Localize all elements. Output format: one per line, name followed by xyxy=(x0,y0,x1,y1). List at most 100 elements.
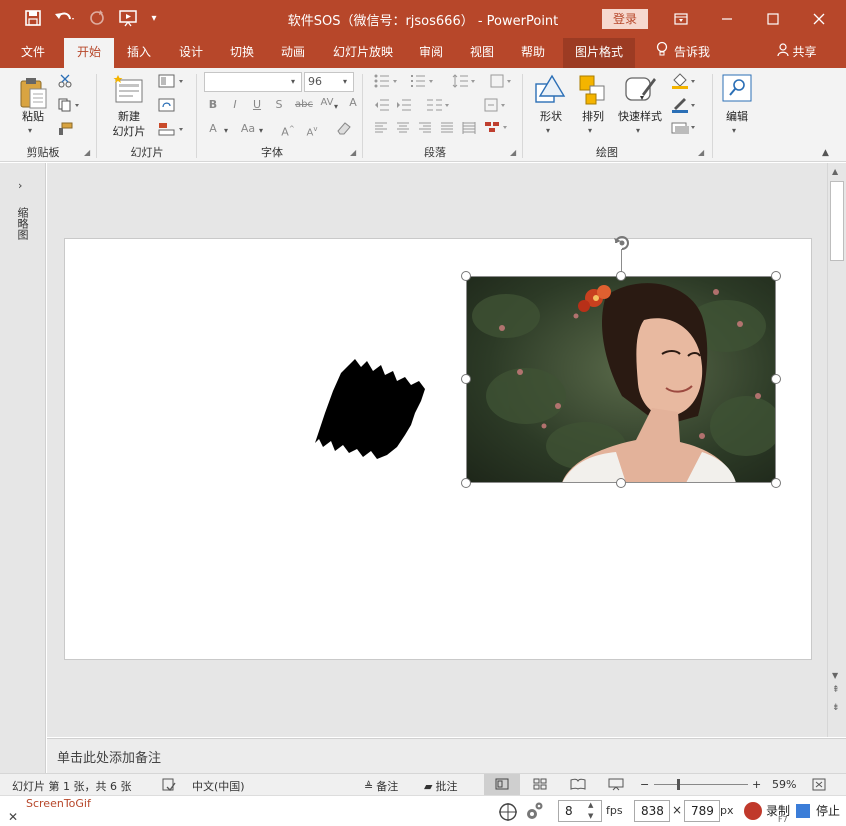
tab-picture-format[interactable]: 图片格式 xyxy=(563,38,635,68)
zoom-out-icon[interactable]: − xyxy=(640,778,649,791)
scribble-shape[interactable] xyxy=(311,355,427,463)
cut-icon[interactable] xyxy=(58,74,72,91)
align-center-icon[interactable] xyxy=(396,122,410,137)
clear-format-icon[interactable]: A xyxy=(344,96,362,110)
previous-slide-icon[interactable]: ⇞ xyxy=(832,685,840,695)
notes-toggle[interactable]: ≜ 备注 xyxy=(364,778,398,794)
tab-slideshow[interactable]: 幻灯片放映 xyxy=(324,38,402,68)
new-slide-label-2[interactable]: 幻灯片 xyxy=(106,123,152,139)
paste-button[interactable]: 粘贴 xyxy=(16,108,50,124)
bullets-icon[interactable] xyxy=(374,74,400,91)
vertical-scrollbar[interactable]: ▲ ▼ ⇞ ⇟ xyxy=(827,163,846,737)
resize-handle-top[interactable] xyxy=(616,271,626,281)
drawing-launcher-icon[interactable]: ◢ xyxy=(698,148,704,157)
tab-review[interactable]: 审阅 xyxy=(408,38,454,68)
crosshair-icon[interactable] xyxy=(498,802,518,825)
align-left-icon[interactable] xyxy=(374,122,388,137)
eraser-icon[interactable] xyxy=(336,121,352,138)
resize-handle-bottom-left[interactable] xyxy=(461,478,471,488)
scroll-down-icon[interactable]: ▼ xyxy=(832,671,838,680)
maximize-icon[interactable] xyxy=(750,0,796,38)
resize-handle-bottom-right[interactable] xyxy=(771,478,781,488)
settings-gear-icon[interactable] xyxy=(524,801,544,826)
screentogif-close-icon[interactable]: ✕ xyxy=(8,810,18,824)
redo-icon[interactable] xyxy=(86,9,108,29)
shape-effects-icon[interactable] xyxy=(670,120,698,139)
editing-dropdown-icon[interactable]: ▾ xyxy=(732,124,736,138)
fps-input[interactable]: 8 xyxy=(558,800,602,822)
ribbon-display-icon[interactable] xyxy=(658,0,704,38)
format-painter-icon[interactable] xyxy=(58,122,74,139)
arrange-button[interactable]: 排列 xyxy=(576,108,610,124)
section-icon[interactable] xyxy=(158,122,186,139)
tab-transitions[interactable]: 切换 xyxy=(219,38,265,68)
paste-dropdown-icon[interactable]: ▾ xyxy=(28,124,32,138)
change-case-dropdown-icon[interactable]: ▾ xyxy=(259,124,263,138)
bold-icon[interactable]: B xyxy=(206,98,220,112)
tell-me-box[interactable]: 告诉我 xyxy=(646,38,720,68)
underline-icon[interactable]: U xyxy=(250,98,264,112)
columns-icon[interactable] xyxy=(426,98,452,115)
line-spacing-icon[interactable] xyxy=(452,74,478,91)
decrease-indent-icon[interactable] xyxy=(374,98,390,115)
language-indicator[interactable]: 中文(中国) xyxy=(192,778,245,794)
italic-icon[interactable]: I xyxy=(228,98,242,112)
font-name-dropdown-icon[interactable]: ▾ xyxy=(291,75,295,89)
resize-handle-top-right[interactable] xyxy=(771,271,781,281)
resize-handle-top-left[interactable] xyxy=(461,271,471,281)
shape-outline-icon[interactable] xyxy=(670,96,698,117)
zoom-in-icon[interactable]: + xyxy=(752,778,761,791)
presentation-view-icon[interactable] xyxy=(608,778,624,794)
quick-styles-icon[interactable] xyxy=(622,72,658,109)
new-slide-label-1[interactable]: 新建 xyxy=(110,108,148,124)
scroll-up-icon[interactable]: ▲ xyxy=(832,167,838,176)
decrease-font-icon[interactable]: Av xyxy=(304,122,320,140)
next-slide-icon[interactable]: ⇟ xyxy=(832,703,840,713)
reading-view-icon[interactable] xyxy=(570,778,586,793)
fps-stepper-icon[interactable]: ▲ ▼ xyxy=(588,800,593,822)
increase-font-icon[interactable]: A^ xyxy=(280,122,296,140)
find-icon[interactable] xyxy=(722,74,752,105)
stop-icon[interactable] xyxy=(796,804,810,818)
stop-button[interactable]: 停止 xyxy=(816,802,840,819)
quick-styles-button[interactable]: 快速样式 xyxy=(612,108,668,124)
numbering-icon[interactable] xyxy=(410,74,436,91)
slide-canvas[interactable] xyxy=(64,236,812,660)
font-color-dropdown-icon[interactable]: ▾ xyxy=(224,124,228,138)
editing-button[interactable]: 编辑 xyxy=(720,108,754,124)
font-size-dropdown-icon[interactable]: ▾ xyxy=(343,75,347,89)
notes-pane[interactable]: 单击此处添加备注 xyxy=(47,738,846,773)
resize-handle-left[interactable] xyxy=(461,374,471,384)
zoom-slider[interactable] xyxy=(654,784,748,785)
comments-toggle[interactable]: ▰ 批注 xyxy=(424,778,457,794)
zoom-level[interactable]: 59% xyxy=(772,778,796,791)
clipboard-launcher-icon[interactable]: ◢ xyxy=(84,148,90,157)
font-name-combo[interactable] xyxy=(204,72,302,92)
strikethrough-icon[interactable]: abc xyxy=(292,98,316,112)
new-slide-icon[interactable] xyxy=(112,74,146,107)
record-icon[interactable] xyxy=(744,802,762,820)
justify-icon[interactable] xyxy=(440,122,454,137)
align-text-icon[interactable] xyxy=(484,98,510,115)
slide-sorter-icon[interactable] xyxy=(533,778,547,793)
tab-animations[interactable]: 动画 xyxy=(270,38,316,68)
customize-icon[interactable]: ▾ xyxy=(146,9,162,29)
minimize-icon[interactable] xyxy=(704,0,750,38)
spellcheck-icon[interactable] xyxy=(162,778,176,794)
char-spacing-dropdown-icon[interactable]: ▾ xyxy=(334,100,338,114)
font-launcher-icon[interactable]: ◢ xyxy=(350,148,356,157)
resize-handle-bottom[interactable] xyxy=(616,478,626,488)
arrange-dropdown-icon[interactable]: ▾ xyxy=(588,124,592,138)
smartart-icon[interactable] xyxy=(484,120,510,137)
login-button[interactable]: 登录 xyxy=(602,9,648,29)
width-input[interactable]: 838 xyxy=(634,800,670,822)
tab-view[interactable]: 视图 xyxy=(459,38,505,68)
copy-icon[interactable] xyxy=(58,98,80,115)
fit-to-window-icon[interactable] xyxy=(812,778,826,794)
shapes-button[interactable]: 形状 xyxy=(534,108,568,124)
increase-indent-icon[interactable] xyxy=(396,98,412,115)
quick-styles-dropdown-icon[interactable]: ▾ xyxy=(636,124,640,138)
save-icon[interactable] xyxy=(22,9,44,29)
rotate-handle-icon[interactable] xyxy=(610,231,634,253)
expand-thumbnails-icon[interactable]: › xyxy=(18,179,22,192)
